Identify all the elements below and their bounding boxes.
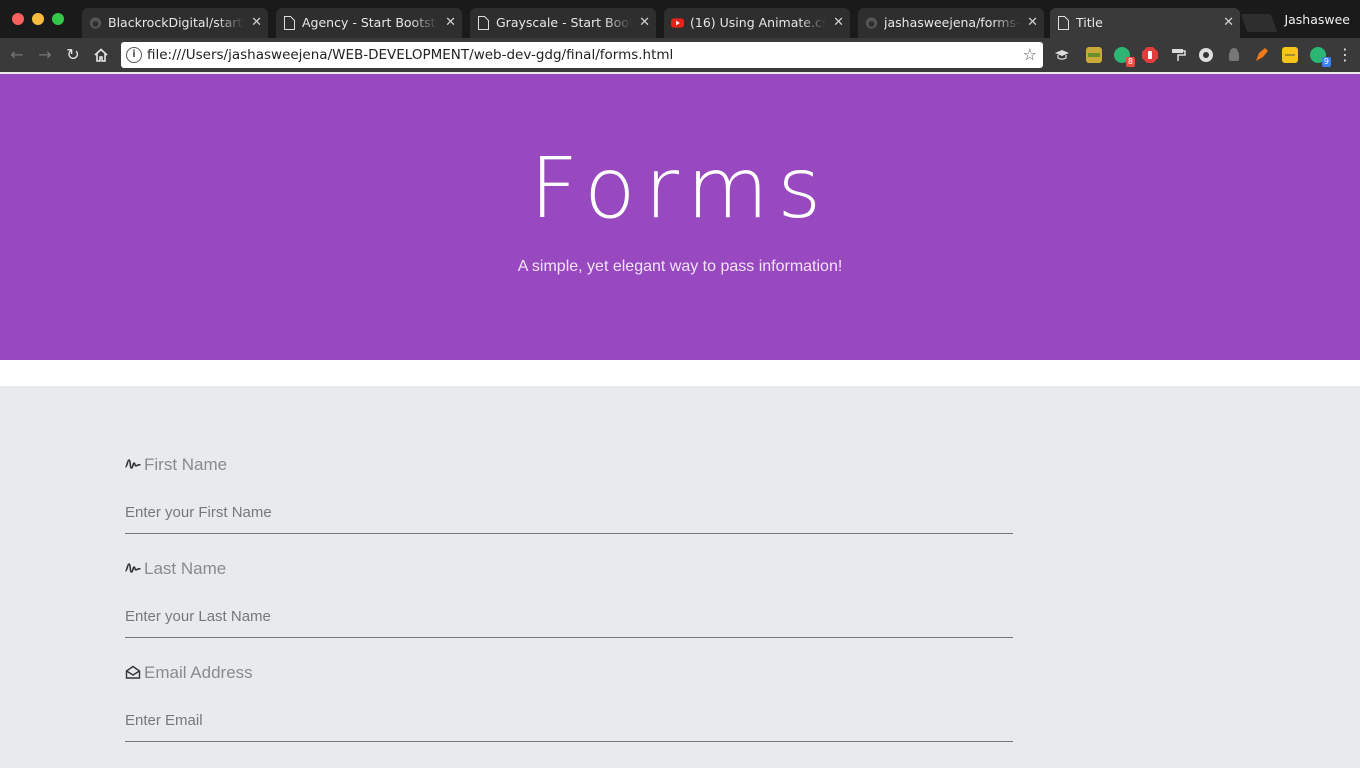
youtube-icon [671, 18, 684, 28]
page-icon [1058, 16, 1069, 30]
tab-title: Title [1076, 15, 1103, 30]
browser-menu-button[interactable]: ⋮ [1337, 45, 1353, 65]
minimize-window-button[interactable] [32, 13, 44, 25]
back-button[interactable]: ← [6, 44, 28, 66]
extension-sheets-icon[interactable]: 9 [1310, 47, 1331, 67]
browser-tab[interactable]: Grayscale - Start Bootstr ✕ [470, 8, 656, 38]
signature-icon [125, 563, 141, 573]
browser-tab-active[interactable]: Title ✕ [1050, 8, 1240, 38]
extension-ghostery-icon[interactable] [1198, 47, 1214, 63]
tab-title: jashasweejena/forms-bo [884, 15, 1020, 30]
close-tab-icon[interactable]: ✕ [251, 8, 262, 38]
maximize-window-button[interactable] [52, 13, 64, 25]
last-name-input[interactable] [125, 596, 1013, 638]
close-tab-icon[interactable]: ✕ [1223, 8, 1234, 38]
extension-grammarly-icon[interactable]: 8 [1114, 47, 1135, 67]
page-content: Forms A simple, yet elegant way to pass … [0, 72, 1360, 768]
grammarly-badge: 8 [1125, 57, 1135, 67]
browser-tab[interactable]: BlackrockDigital/startbo ✕ [82, 8, 268, 38]
home-icon [94, 48, 108, 62]
tab-title: Agency - Start Bootstrap [302, 15, 438, 30]
profile-name[interactable]: Jashaswee [1284, 12, 1350, 27]
page-title: Forms [529, 139, 831, 237]
extension-adblock-icon[interactable] [1142, 47, 1158, 63]
extension-mortarboard-icon[interactable] [1054, 47, 1070, 63]
close-window-button[interactable] [12, 13, 24, 25]
last-name-label: Last Name [125, 558, 226, 580]
signature-icon [125, 459, 141, 469]
email-label-text: Email Address [144, 663, 253, 682]
extension-lemon-icon[interactable] [1086, 47, 1102, 63]
hero-banner: Forms A simple, yet elegant way to pass … [0, 74, 1360, 360]
url-text: file:///Users/jashasweejena/WEB-DEVELOPM… [147, 47, 674, 63]
close-tab-icon[interactable]: ✕ [1027, 8, 1038, 38]
site-info-icon[interactable]: i [126, 47, 142, 63]
extension-sticky-notes-icon[interactable] [1282, 47, 1298, 63]
contact-form: First Name Last Name Email Address [125, 444, 1013, 756]
last-name-label-text: Last Name [144, 559, 227, 578]
github-icon [89, 17, 102, 29]
first-name-label-text: First Name [144, 455, 228, 474]
tab-title: BlackrockDigital/startbo [108, 15, 244, 30]
tab-title: Grayscale - Start Bootstr [496, 15, 632, 30]
close-tab-icon[interactable]: ✕ [639, 8, 650, 38]
first-name-label: First Name [125, 454, 227, 476]
divider-band [0, 360, 1360, 386]
forward-button[interactable]: → [34, 44, 56, 66]
extension-pencil-icon[interactable] [1254, 47, 1270, 63]
bookmark-star-icon[interactable]: ☆ [1023, 45, 1037, 64]
reload-button[interactable]: ↻ [62, 44, 84, 66]
new-tab-button[interactable] [1240, 14, 1278, 32]
browser-tab[interactable]: jashasweejena/forms-bo ✕ [858, 8, 1044, 38]
browser-tab[interactable]: Agency - Start Bootstrap ✕ [276, 8, 462, 38]
page-subtitle: A simple, yet elegant way to pass inform… [517, 258, 843, 275]
envelope-open-icon [125, 665, 141, 679]
home-button[interactable] [90, 44, 112, 66]
page-icon [478, 16, 489, 30]
page-icon [284, 16, 295, 30]
tab-title: (16) Using Animate.css a [690, 15, 826, 30]
email-label: Email Address [125, 662, 253, 684]
sheets-badge: 9 [1321, 57, 1331, 67]
browser-tab[interactable]: (16) Using Animate.css a ✕ [664, 8, 850, 38]
email-field: Email Address [125, 652, 1013, 756]
browser-tabstrip: BlackrockDigital/startbo ✕ Agency - Star… [0, 0, 1360, 38]
first-name-input[interactable] [125, 492, 1013, 534]
close-tab-icon[interactable]: ✕ [833, 8, 844, 38]
github-icon [865, 17, 878, 29]
extension-android-icon[interactable] [1226, 47, 1242, 63]
extension-paint-roller-icon[interactable] [1170, 47, 1186, 63]
email-input[interactable] [125, 700, 1013, 742]
browser-toolbar: ← → ↻ i file:///Users/jashasweejena/WEB-… [0, 38, 1360, 72]
last-name-field: Last Name [125, 548, 1013, 652]
first-name-field: First Name [125, 444, 1013, 548]
close-tab-icon[interactable]: ✕ [445, 8, 456, 38]
address-bar[interactable]: i file:///Users/jashasweejena/WEB-DEVELO… [121, 42, 1043, 68]
